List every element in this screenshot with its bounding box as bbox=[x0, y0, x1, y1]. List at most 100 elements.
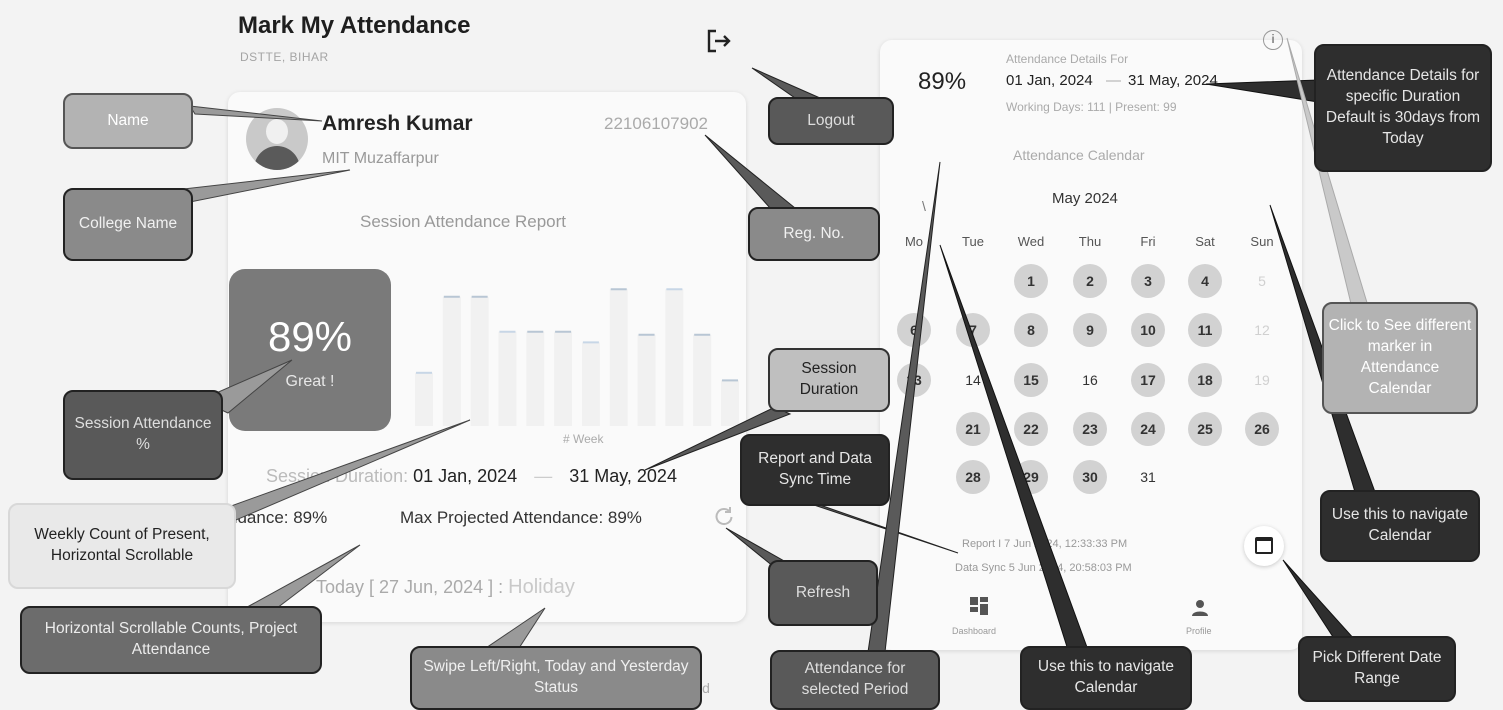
details-for-label: Attendance Details For bbox=[1006, 52, 1129, 66]
calendar-day[interactable]: 7 bbox=[956, 313, 990, 347]
calendar-day[interactable]: 24 bbox=[1131, 412, 1165, 446]
calendar-title: Attendance Calendar bbox=[1013, 147, 1145, 163]
callout-swipe: Swipe Left/Right, Today and Yesterday St… bbox=[410, 646, 702, 710]
week-bar bbox=[526, 331, 545, 426]
calendar-day[interactable]: 12 bbox=[1245, 313, 1279, 347]
week-axis-label: # Week bbox=[563, 432, 604, 446]
session-attendance-remark: Great ! bbox=[285, 373, 335, 390]
calendar-day[interactable]: 26 bbox=[1245, 412, 1279, 446]
college-name: MIT Muzaffarpur bbox=[322, 150, 439, 167]
calendar-month[interactable]: May 2024 bbox=[1052, 190, 1118, 207]
callout-navigate-calendar-right: Use this to navigate Calendar bbox=[1320, 490, 1480, 562]
session-report-title: Session Attendance Report bbox=[360, 212, 567, 231]
info-icon[interactable]: i bbox=[1263, 30, 1283, 50]
calendar-day[interactable]: 23 bbox=[1073, 412, 1107, 446]
calendar-day[interactable]: 15 bbox=[1014, 363, 1048, 397]
reg-number: 22106107902 bbox=[604, 114, 709, 133]
weekday-header: Fri bbox=[1140, 234, 1156, 249]
calendar-day[interactable]: 18 bbox=[1188, 363, 1222, 397]
week-bar bbox=[498, 331, 517, 426]
week-bar bbox=[581, 342, 600, 426]
date-range-calendar-icon[interactable] bbox=[1244, 526, 1284, 566]
max-projected-attendance: Max Projected Attendance: 89% bbox=[400, 508, 642, 527]
working-days: Working Days: 111 | Present: 99 bbox=[1006, 100, 1177, 114]
refresh-icon[interactable] bbox=[713, 505, 735, 527]
calendar-day[interactable]: 16 bbox=[1073, 363, 1107, 397]
calendar-day[interactable]: 2 bbox=[1073, 264, 1107, 298]
callout-horizontal-counts: Horizontal Scrollable Counts, Project At… bbox=[20, 606, 322, 674]
callout-college-name: College Name bbox=[63, 188, 193, 261]
app-title: Mark My Attendance bbox=[238, 12, 471, 39]
user-name: Amresh Kumar bbox=[322, 112, 473, 135]
calendar-day[interactable]: 3 bbox=[1131, 264, 1165, 298]
calendar-day[interactable]: 29 bbox=[1014, 460, 1048, 494]
app-subtitle: DSTTE, BIHAR bbox=[240, 50, 329, 64]
session-duration-from: 01 Jan, 2024 bbox=[413, 466, 518, 486]
data-sync-time: Data Sync 5 Jun 2024, 20:58:03 PM bbox=[955, 562, 1132, 574]
details-separator: — bbox=[1106, 72, 1121, 89]
details-from-date: 01 Jan, 2024 bbox=[1006, 72, 1093, 89]
period-attendance-percent: 89% bbox=[918, 68, 967, 95]
calendar-day[interactable]: 4 bbox=[1188, 264, 1222, 298]
weekday-header: Mo bbox=[904, 234, 924, 249]
today-label: Today [ 27 Jun, 2024 ] : bbox=[316, 577, 504, 597]
weekly-present-chart[interactable] bbox=[412, 258, 742, 434]
weekday-header: Sun bbox=[1250, 234, 1274, 249]
avatar bbox=[246, 108, 308, 170]
calendar-nav-marker[interactable]: \ bbox=[922, 198, 926, 214]
calendar-day[interactable]: 1 bbox=[1014, 264, 1048, 298]
calendar-day[interactable]: 19 bbox=[1245, 363, 1279, 397]
callout-click-markers: Click to See different marker in Attenda… bbox=[1322, 302, 1478, 414]
week-bar bbox=[470, 296, 489, 426]
callout-refresh: Refresh bbox=[768, 560, 878, 626]
week-bar bbox=[665, 289, 684, 426]
today-status-value: Holiday bbox=[508, 576, 575, 598]
session-duration-separator: — bbox=[534, 466, 553, 486]
callout-session-attendance: Session Attendance % bbox=[63, 390, 223, 480]
callout-attendance-period: Attendance for selected Period bbox=[770, 650, 940, 710]
dashboard-icon[interactable] bbox=[970, 597, 990, 617]
session-duration: Session Duration: 01 Jan, 2024 — 31 May,… bbox=[266, 466, 677, 487]
callout-reg-no: Reg. No. bbox=[748, 207, 880, 261]
calendar-day[interactable]: 11 bbox=[1188, 313, 1222, 347]
weekday-header: Sat bbox=[1195, 234, 1215, 249]
calendar-day[interactable]: 10 bbox=[1131, 313, 1165, 347]
calendar-day[interactable]: 28 bbox=[956, 460, 990, 494]
calendar-day[interactable]: 31 bbox=[1131, 460, 1165, 494]
calendar-day[interactable]: 30 bbox=[1073, 460, 1107, 494]
details-to-date: 31 May, 2024 bbox=[1128, 72, 1218, 89]
callout-attendance-details: Attendance Details for specific Duration… bbox=[1314, 44, 1492, 172]
calendar-day[interactable]: 22 bbox=[1014, 412, 1048, 446]
profile-icon[interactable] bbox=[1188, 596, 1212, 620]
calendar-day[interactable]: 17 bbox=[1131, 363, 1165, 397]
session-duration-to: 31 May, 2024 bbox=[569, 466, 677, 486]
callout-name: Name bbox=[63, 93, 193, 149]
calendar-day[interactable]: 6 bbox=[897, 313, 931, 347]
callout-pick-range: Pick Different Date Range bbox=[1298, 636, 1456, 702]
calendar-day[interactable]: 14 bbox=[956, 363, 990, 397]
week-bar bbox=[442, 296, 461, 426]
week-bar bbox=[415, 372, 433, 426]
calendar-day[interactable]: 13 bbox=[897, 363, 931, 397]
calendar-day[interactable]: 9 bbox=[1073, 313, 1107, 347]
calendar-day[interactable]: 5 bbox=[1245, 264, 1279, 298]
today-status[interactable]: Today [ 27 Jun, 2024 ] : Holiday bbox=[316, 576, 575, 599]
callout-logout: Logout bbox=[768, 97, 894, 145]
callout-weekly-count: Weekly Count of Present, Horizontal Scro… bbox=[8, 503, 236, 589]
weekday-header: Wed bbox=[1017, 234, 1045, 249]
callout-navigate-calendar-bottom: Use this to navigate Calendar bbox=[1020, 646, 1192, 710]
session-attendance-box: 89% Great ! bbox=[229, 269, 391, 431]
logout-icon[interactable] bbox=[704, 26, 734, 56]
week-bar bbox=[637, 334, 656, 426]
calendar-day[interactable]: 21 bbox=[956, 412, 990, 446]
nav-dashboard-label[interactable]: Dashboard bbox=[952, 626, 996, 636]
week-bar bbox=[554, 331, 573, 426]
calendar-day[interactable]: 25 bbox=[1188, 412, 1222, 446]
nav-profile-label[interactable]: Profile bbox=[1186, 626, 1212, 636]
projected-attendance: ndance: 89% bbox=[228, 508, 328, 527]
report-time: Report I 7 Jun 2024, 12:33:33 PM bbox=[962, 538, 1128, 550]
callout-session-duration: Session Duration bbox=[768, 348, 890, 412]
session-attendance-percent: 89% bbox=[267, 313, 353, 360]
week-bar bbox=[693, 334, 712, 426]
calendar-day[interactable]: 8 bbox=[1014, 313, 1048, 347]
